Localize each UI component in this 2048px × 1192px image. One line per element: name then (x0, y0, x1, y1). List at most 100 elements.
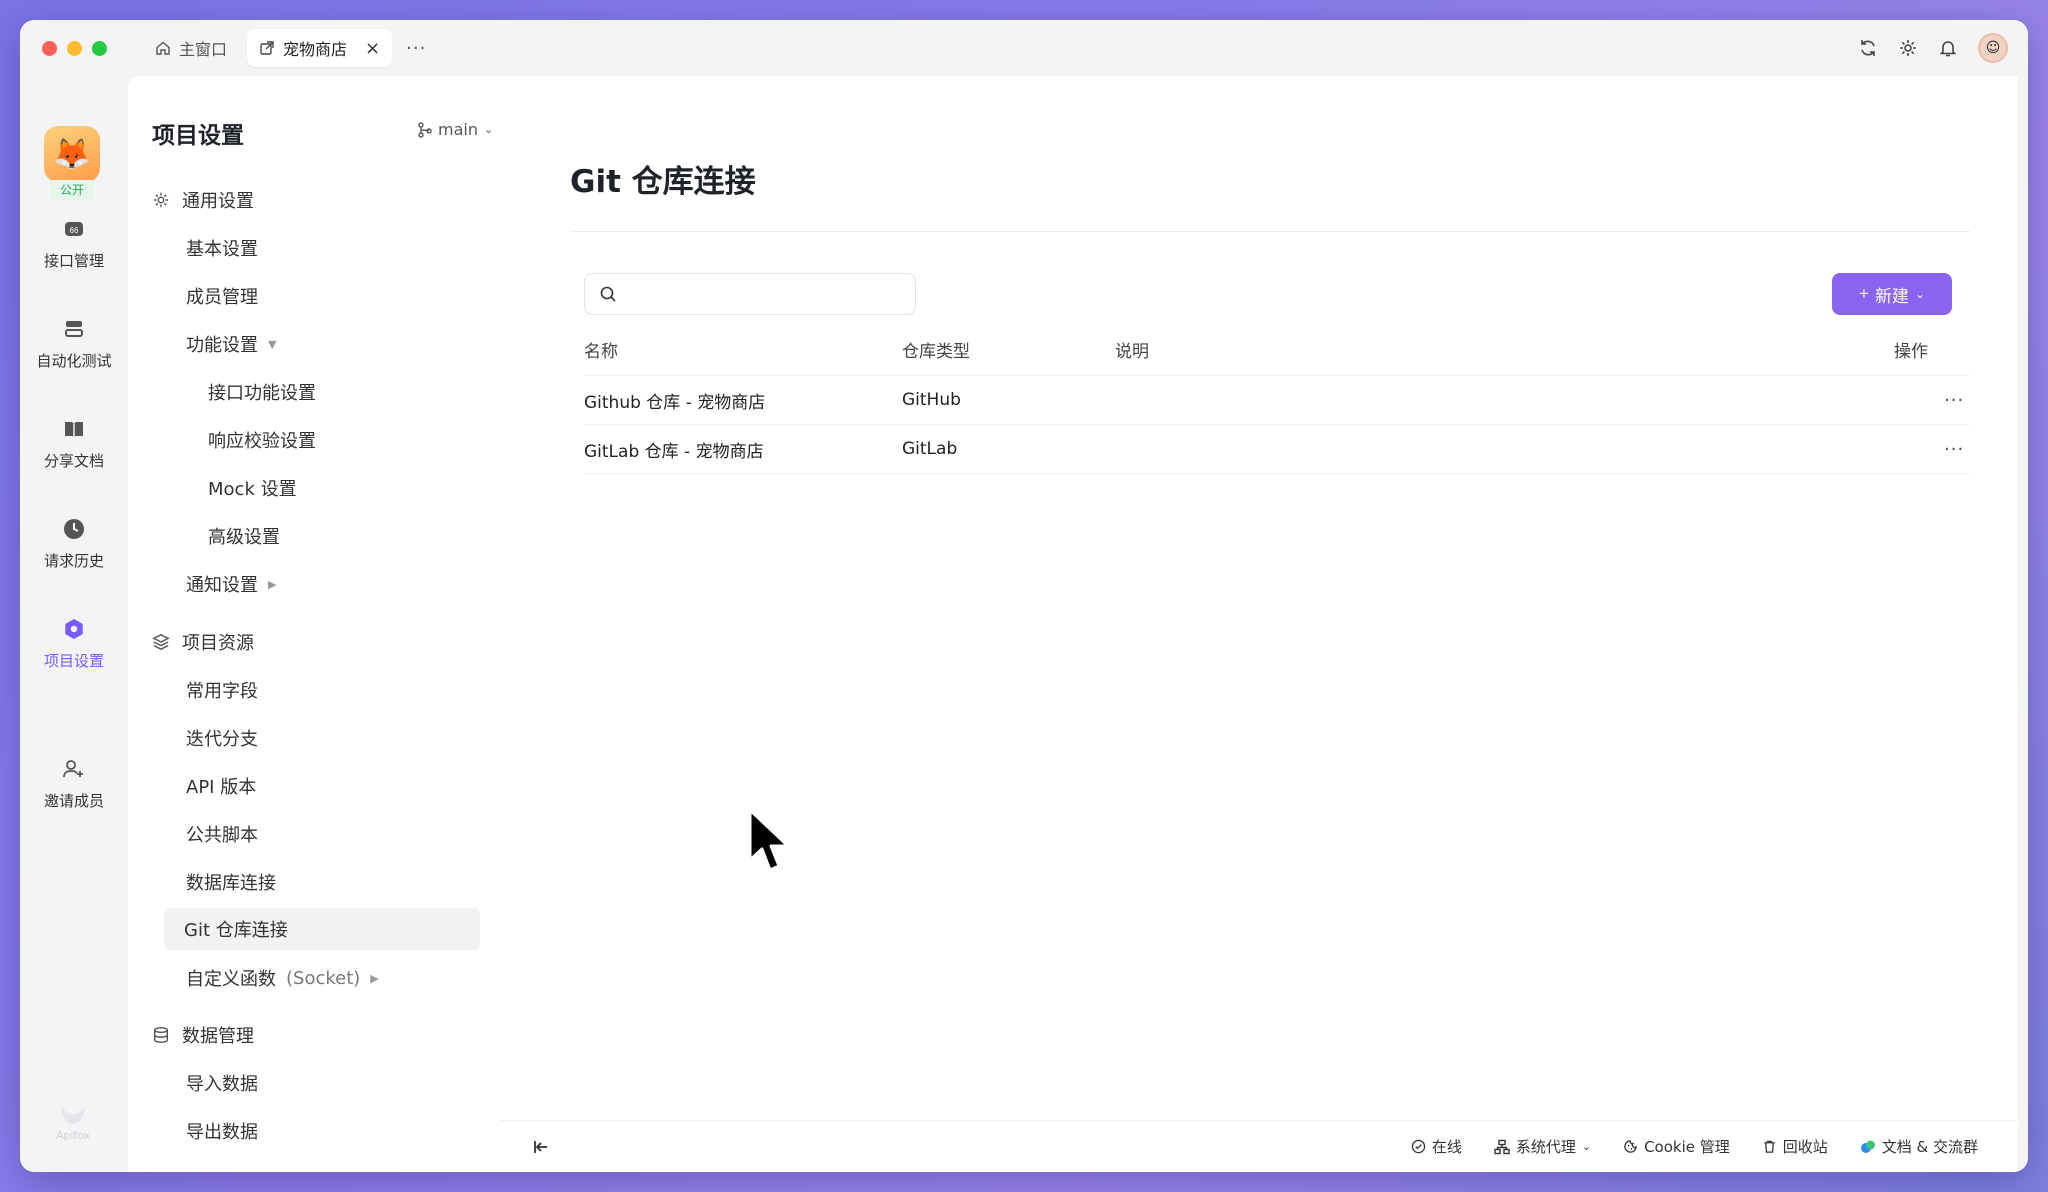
title-bar: 主窗口 宠物商店 × ··· ☺ (20, 20, 2028, 76)
clock-icon (61, 516, 87, 542)
row-actions-button[interactable]: ··· (1944, 390, 1964, 411)
search-input[interactable] (625, 285, 915, 303)
item-label: API 版本 (186, 777, 257, 798)
rail-item-invite-members[interactable]: 邀请成员 (20, 756, 128, 811)
add-user-icon (61, 756, 87, 782)
rail-item-label: 项目设置 (43, 652, 104, 670)
left-rail: 🦊 公开 66 接口管理 自动化测试 分享文档 请求历史 项目设置 邀请成员 A… (20, 76, 128, 1172)
close-tab-icon[interactable]: × (365, 38, 380, 59)
search-icon (600, 286, 616, 302)
item-label: 通知设置 (186, 575, 258, 596)
tab-pet-store[interactable]: 宠物商店 × (247, 29, 393, 67)
caret-down-icon: ▼ (268, 337, 277, 351)
sidebar-item-api-version[interactable]: API 版本 (186, 773, 256, 799)
item-label: 功能设置 (186, 335, 258, 356)
layers-icon (152, 633, 170, 651)
page-title: Git 仓库连接 (570, 164, 756, 200)
cell-name: GitLab 仓库 - 宠物商店 (584, 441, 764, 462)
titlebar-actions: ☺ (1858, 33, 2008, 63)
rail-item-project-settings[interactable]: 项目设置 (20, 616, 128, 671)
sidebar-item-notification-settings[interactable]: 通知设置 ▶ (186, 571, 276, 597)
column-header-type: 仓库类型 (902, 342, 970, 362)
sidebar-item-feature-settings[interactable]: 功能设置 ▼ (186, 331, 276, 357)
gear-icon[interactable] (1898, 38, 1918, 58)
api-icon: 66 (61, 216, 87, 242)
item-suffix: (Socket) (286, 967, 361, 989)
new-button-label: 新建 (1874, 286, 1909, 306)
cookie-icon (1624, 1140, 1637, 1153)
sidebar-item-response-validation[interactable]: 响应校验设置 (208, 427, 316, 453)
sidebar-item-advanced-settings[interactable]: 高级设置 (208, 523, 280, 549)
sidebar-item-custom-functions[interactable]: 自定义函数 (Socket) ▶ (186, 965, 379, 991)
group-data-management[interactable]: 数据管理 (152, 1022, 254, 1048)
item-label: 接口功能设置 (208, 383, 316, 404)
new-button[interactable]: + 新建 ⌄ (1832, 273, 1952, 315)
item-label: 基本设置 (186, 239, 258, 260)
cell-type: GitHub (902, 390, 961, 410)
more-tabs-button[interactable]: ··· (406, 38, 426, 59)
group-project-resources[interactable]: 项目资源 (152, 629, 254, 655)
collapse-sidebar-icon[interactable] (532, 1138, 550, 1156)
settings-hexagon-icon (61, 616, 87, 642)
rail-item-api-management[interactable]: 66 接口管理 (20, 216, 128, 271)
system-proxy-selector[interactable]: 系统代理 ⌄ (1494, 1136, 1591, 1157)
item-label: Git 仓库连接 (184, 920, 288, 941)
rail-item-label: 自动化测试 (36, 352, 112, 370)
chevron-down-icon: ⌄ (483, 123, 494, 136)
plus-icon: + (1859, 284, 1869, 303)
refresh-icon[interactable] (1858, 38, 1878, 58)
tab-label: 宠物商店 (283, 40, 348, 59)
rail-item-shared-docs[interactable]: 分享文档 (20, 416, 128, 471)
maximize-window-button[interactable] (92, 40, 107, 56)
rail-item-label: 请求历史 (43, 552, 104, 570)
external-link-icon (260, 41, 274, 55)
chat-bubble-icon (1860, 1140, 1875, 1153)
sidebar-item-member-management[interactable]: 成员管理 (186, 283, 258, 309)
git-branch-icon (418, 121, 432, 138)
project-visibility-badge: 公开 (50, 180, 94, 200)
tab-main-window[interactable]: 主窗口 (143, 29, 239, 67)
group-general-settings[interactable]: 通用设置 (152, 187, 254, 213)
sidebar-item-git-connection[interactable]: Git 仓库连接 (164, 908, 480, 950)
sidebar-item-common-fields[interactable]: 常用字段 (186, 677, 258, 703)
online-status[interactable]: 在线 (1411, 1136, 1462, 1157)
app-logo-text: Apifox (55, 1129, 91, 1142)
cookie-label: Cookie 管理 (1644, 1138, 1730, 1156)
table-row[interactable]: Github 仓库 - 宠物商店 GitHub ··· (584, 376, 1970, 425)
sidebar-item-api-feature-settings[interactable]: 接口功能设置 (208, 379, 316, 405)
branch-name: main (438, 120, 478, 139)
main-panel: 项目设置 main ⌄ 通用设置 基本设置 成员管理 功能设置 ▼ 接口功能设置… (128, 76, 2018, 1172)
cell-type: GitLab (902, 439, 958, 459)
search-box[interactable] (584, 273, 916, 315)
rail-item-automated-testing[interactable]: 自动化测试 (20, 316, 128, 371)
table-row[interactable]: GitLab 仓库 - 宠物商店 GitLab ··· (584, 425, 1970, 474)
docs-and-community[interactable]: 文档 & 交流群 (1860, 1136, 1978, 1157)
database-icon (153, 1027, 169, 1043)
sidebar-item-mock-settings[interactable]: Mock 设置 (208, 475, 297, 501)
item-label: 迭代分支 (186, 729, 258, 750)
close-window-button[interactable] (42, 40, 57, 56)
cookie-management[interactable]: Cookie 管理 (1623, 1136, 1730, 1157)
bell-icon[interactable] (1938, 38, 1958, 58)
project-avatar[interactable]: 🦊 (44, 126, 100, 182)
user-avatar[interactable]: ☺ (1978, 33, 2008, 63)
online-label: 在线 (1431, 1138, 1462, 1156)
item-label: 公共脚本 (186, 825, 258, 846)
sidebar-item-import-data[interactable]: 导入数据 (186, 1070, 258, 1096)
minimize-window-button[interactable] (67, 40, 82, 56)
column-header-description: 说明 (1115, 342, 1149, 362)
sidebar-item-iteration-branch[interactable]: 迭代分支 (186, 725, 258, 751)
row-actions-button[interactable]: ··· (1944, 439, 1964, 460)
column-header-name: 名称 (584, 342, 618, 362)
app-logo: Apifox (50, 1104, 96, 1142)
sidebar-item-public-scripts[interactable]: 公共脚本 (186, 821, 258, 847)
apifox-logo-icon (61, 1106, 85, 1124)
recycle-bin[interactable]: 回收站 (1762, 1136, 1828, 1157)
window-controls (42, 40, 107, 56)
branch-selector[interactable]: main ⌄ (418, 120, 493, 139)
sidebar-item-export-data[interactable]: 导出数据 (186, 1118, 258, 1144)
sidebar-item-basic-settings[interactable]: 基本设置 (186, 235, 258, 261)
sidebar-item-database-connection[interactable]: 数据库连接 (186, 869, 276, 895)
column-header-actions: 操作 (1894, 342, 1928, 362)
rail-item-request-history[interactable]: 请求历史 (20, 516, 128, 571)
